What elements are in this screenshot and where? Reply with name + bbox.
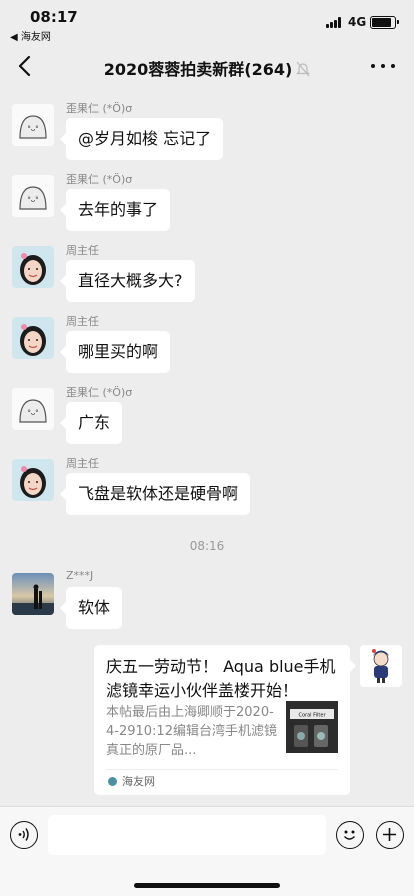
link-card-thumbnail: Coral Filter	[286, 701, 338, 753]
message-input[interactable]	[48, 815, 326, 855]
sender-name: 周主任	[66, 315, 99, 328]
message-bubble[interactable]: 飞盘是软体还是硬骨啊	[59, 473, 251, 515]
ghost-avatar[interactable]: °ᴗ°	[12, 388, 54, 430]
ghost-avatar[interactable]: °ᴗ°	[12, 104, 54, 146]
status-bar: 08:17 ◀ 海友网 4G	[0, 0, 414, 44]
emoji-button[interactable]	[336, 821, 364, 849]
sender-name: 歪果仁 (*Ö)σ	[66, 386, 133, 399]
self-avatar[interactable]	[360, 645, 402, 687]
svg-text:°ᴗ°: °ᴗ°	[27, 409, 38, 417]
more-options-button[interactable]	[370, 54, 396, 78]
thumb-label: Coral Filter	[298, 713, 326, 719]
sender-name: Z***J	[66, 569, 94, 582]
link-card-divider	[106, 769, 338, 770]
sender-name: 周主任	[66, 244, 99, 257]
chat-timestamp: 08:16	[189, 539, 225, 553]
status-time: 08:17	[30, 8, 78, 26]
girl-avatar[interactable]	[12, 459, 54, 501]
more-functions-button[interactable]	[376, 821, 404, 849]
svg-text:°ᴗ°: °ᴗ°	[27, 125, 38, 133]
message-bubble[interactable]: 软体	[59, 587, 123, 629]
girl-avatar[interactable]	[12, 246, 54, 288]
network-type: 4G	[348, 15, 367, 29]
chat-title-text: 2020蓉蓉拍卖新群(264)	[103, 60, 293, 79]
source-name: 海友网	[122, 775, 155, 788]
home-indicator	[134, 883, 280, 888]
silhouette-avatar[interactable]	[12, 573, 54, 615]
chat-header: 2020蓉蓉拍卖新群(264)	[0, 44, 414, 88]
link-card-title: 庆五一劳动节！ Aqua blue手机滤镜幸运小伙伴盖楼开始！	[106, 657, 336, 700]
girl-avatar[interactable]	[12, 317, 54, 359]
source-app-icon	[108, 777, 117, 786]
message-bubble[interactable]: 广东	[59, 402, 123, 444]
battery-icon	[370, 16, 399, 29]
message-bubble[interactable]: 去年的事了	[59, 189, 171, 231]
link-card-source: 海友网	[108, 773, 155, 791]
smiley-icon	[344, 830, 355, 840]
message-bubble[interactable]: 直径大概多大?	[60, 260, 195, 302]
svg-text:°ᴗ°: °ᴗ°	[27, 196, 38, 204]
ghost-avatar[interactable]: °ᴗ°	[12, 175, 54, 217]
sender-name: 歪果仁 (*Ö)σ	[66, 173, 133, 186]
back-to-app-link[interactable]: ◀ 海友网	[10, 28, 51, 43]
sender-name: 歪果仁 (*Ö)σ	[66, 102, 133, 115]
message-bubble[interactable]: @岁月如梭 忘记了	[59, 118, 224, 160]
signal-icon	[326, 17, 342, 28]
chat-title: 2020蓉蓉拍卖新群(264)	[60, 56, 354, 81]
voice-icon	[18, 828, 29, 841]
shared-link-card[interactable]: 庆五一劳动节！ Aqua blue手机滤镜幸运小伙伴盖楼开始！ 本帖最后由上海卿…	[94, 645, 356, 795]
voice-input-button[interactable]	[10, 821, 38, 849]
link-card-description: 本帖最后由上海卿顺于2020-4-2910:12编辑台湾手机滤镜真正的原厂品..…	[106, 705, 277, 758]
plus-icon	[383, 828, 396, 841]
message-bubble[interactable]: 哪里买的啊	[59, 331, 171, 373]
sender-name: 周主任	[66, 457, 99, 470]
back-icon[interactable]	[14, 52, 38, 80]
bell-muted-icon	[296, 61, 311, 81]
input-bar	[0, 806, 414, 896]
